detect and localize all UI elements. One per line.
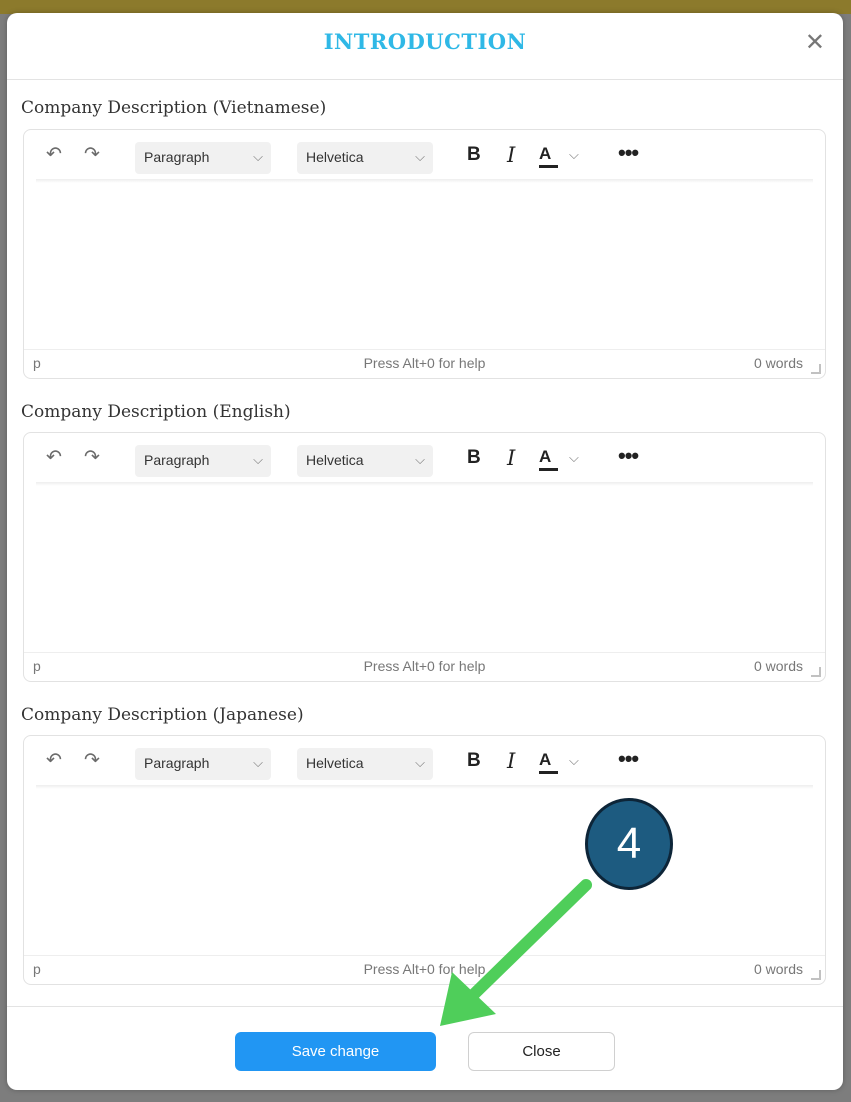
step-number-badge: 4 <box>585 798 673 890</box>
toolbar-divider <box>36 785 813 789</box>
toolbar-divider <box>36 179 813 183</box>
resize-handle-icon[interactable] <box>811 970 821 980</box>
chevron-down-icon: ⌵ <box>253 149 263 164</box>
block-format-value: Paragraph <box>144 755 210 771</box>
editor-toolbar: ↶ ↷ Paragraph ⌵ Helvetica ⌵ B I A ⌵ ••• <box>24 130 825 183</box>
word-count[interactable]: 0 words <box>754 658 803 674</box>
more-button[interactable]: ••• <box>618 140 639 166</box>
undo-icon[interactable]: ↶ <box>43 750 65 772</box>
label-vietnamese: Company Description (Vietnamese) <box>21 98 327 118</box>
font-color-button[interactable]: A <box>539 447 551 467</box>
editor-toolbar: ↶ ↷ Paragraph ⌵ Helvetica ⌵ B I A ⌵ ••• <box>24 433 825 486</box>
redo-icon[interactable]: ↷ <box>81 144 103 166</box>
block-format-select[interactable]: Paragraph ⌵ <box>135 445 271 477</box>
italic-button[interactable]: I <box>507 143 515 167</box>
chevron-down-icon[interactable]: ⌵ <box>569 147 579 163</box>
modal-header: INTRODUCTION ✕ <box>7 13 843 80</box>
chevron-down-icon: ⌵ <box>415 149 425 164</box>
chevron-down-icon: ⌵ <box>415 755 425 770</box>
block-format-value: Paragraph <box>144 452 210 468</box>
more-button[interactable]: ••• <box>618 746 639 772</box>
font-family-value: Helvetica <box>306 149 364 165</box>
font-family-value: Helvetica <box>306 755 364 771</box>
editor-vietnamese[interactable]: ↶ ↷ Paragraph ⌵ Helvetica ⌵ B I A ⌵ ••• … <box>23 129 826 379</box>
editor-statusbar: p Press Alt+0 for help 0 words <box>24 652 825 681</box>
top-banner <box>0 0 851 14</box>
more-button[interactable]: ••• <box>618 443 639 469</box>
redo-icon[interactable]: ↷ <box>81 447 103 469</box>
font-family-select[interactable]: Helvetica ⌵ <box>297 445 433 477</box>
block-format-select[interactable]: Paragraph ⌵ <box>135 748 271 780</box>
close-button[interactable]: Close <box>468 1032 615 1071</box>
help-hint: Press Alt+0 for help <box>363 658 486 674</box>
label-english: Company Description (English) <box>21 402 291 422</box>
font-color-swatch <box>539 771 558 774</box>
block-format-select[interactable]: Paragraph ⌵ <box>135 142 271 174</box>
label-japanese: Company Description (Japanese) <box>21 705 304 725</box>
editor-statusbar: p Press Alt+0 for help 0 words <box>24 955 825 984</box>
modal-title: INTRODUCTION <box>323 29 527 54</box>
undo-icon[interactable]: ↶ <box>43 144 65 166</box>
word-count[interactable]: 0 words <box>754 961 803 977</box>
font-family-value: Helvetica <box>306 452 364 468</box>
italic-button[interactable]: I <box>507 446 515 470</box>
editor-japanese[interactable]: ↶ ↷ Paragraph ⌵ Helvetica ⌵ B I A ⌵ ••• … <box>23 735 826 985</box>
bold-button[interactable]: B <box>467 144 481 166</box>
modal-footer: Save change Close <box>7 1006 843 1091</box>
font-family-select[interactable]: Helvetica ⌵ <box>297 748 433 780</box>
bold-button[interactable]: B <box>467 750 481 772</box>
font-color-swatch <box>539 468 558 471</box>
help-hint: Press Alt+0 for help <box>363 961 486 977</box>
font-color-button[interactable]: A <box>539 750 551 770</box>
redo-icon[interactable]: ↷ <box>81 750 103 772</box>
undo-icon[interactable]: ↶ <box>43 447 65 469</box>
font-color-button[interactable]: A <box>539 144 551 164</box>
editor-statusbar: p Press Alt+0 for help 0 words <box>24 349 825 378</box>
save-change-button[interactable]: Save change <box>235 1032 436 1071</box>
chevron-down-icon[interactable]: ⌵ <box>569 753 579 769</box>
block-format-value: Paragraph <box>144 149 210 165</box>
editor-toolbar: ↶ ↷ Paragraph ⌵ Helvetica ⌵ B I A ⌵ ••• <box>24 736 825 789</box>
chevron-down-icon: ⌵ <box>415 452 425 467</box>
introduction-modal: INTRODUCTION ✕ Company Description (Viet… <box>7 13 843 1090</box>
resize-handle-icon[interactable] <box>811 364 821 374</box>
italic-button[interactable]: I <box>507 749 515 773</box>
resize-handle-icon[interactable] <box>811 667 821 677</box>
font-color-swatch <box>539 165 558 168</box>
toolbar-divider <box>36 482 813 486</box>
editor-english[interactable]: ↶ ↷ Paragraph ⌵ Helvetica ⌵ B I A ⌵ ••• … <box>23 432 826 682</box>
chevron-down-icon[interactable]: ⌵ <box>569 450 579 466</box>
chevron-down-icon: ⌵ <box>253 755 263 770</box>
help-hint: Press Alt+0 for help <box>363 355 486 371</box>
word-count[interactable]: 0 words <box>754 355 803 371</box>
close-icon[interactable]: ✕ <box>805 31 825 55</box>
bold-button[interactable]: B <box>467 447 481 469</box>
font-family-select[interactable]: Helvetica ⌵ <box>297 142 433 174</box>
chevron-down-icon: ⌵ <box>253 452 263 467</box>
